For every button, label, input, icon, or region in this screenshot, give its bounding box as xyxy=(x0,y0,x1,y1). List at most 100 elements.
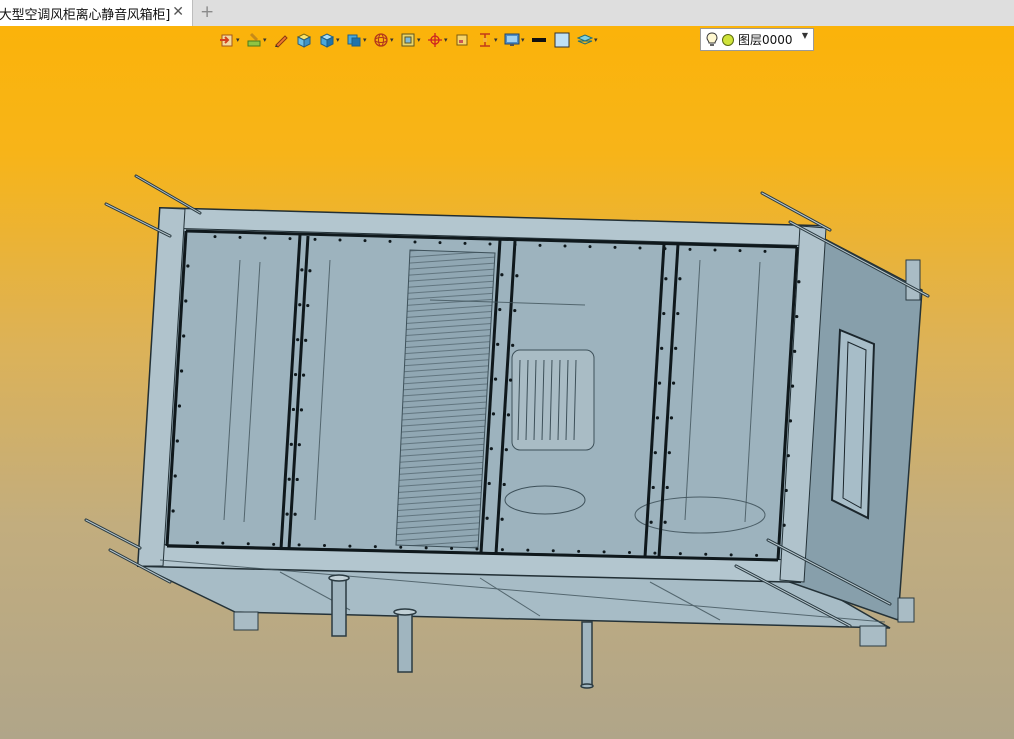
sphere-button[interactable]: ▾ xyxy=(373,29,397,51)
rivet xyxy=(513,308,517,313)
rivet xyxy=(263,236,267,240)
rivet xyxy=(493,377,498,381)
chevron-down-icon[interactable]: ▾ xyxy=(444,36,451,44)
chevron-down-icon[interactable]: ▼ xyxy=(802,31,808,40)
rivet xyxy=(295,477,299,482)
fill-color-button[interactable] xyxy=(554,29,570,51)
rivet xyxy=(504,448,508,452)
rivet xyxy=(660,346,664,350)
chevron-down-icon[interactable]: ▾ xyxy=(494,36,501,44)
air-handler-model[interactable] xyxy=(0,0,1014,739)
rivet xyxy=(665,485,669,490)
rivet xyxy=(246,542,250,546)
lightbulb-icon[interactable] xyxy=(705,31,719,48)
chevron-down-icon[interactable]: ▾ xyxy=(417,36,424,44)
rivet xyxy=(649,520,653,524)
rivet xyxy=(784,488,788,493)
rivet xyxy=(291,407,296,412)
rivet xyxy=(513,243,517,247)
rivet xyxy=(308,269,312,273)
sphere-icon xyxy=(374,33,388,47)
chevron-down-icon[interactable]: ▾ xyxy=(263,36,270,44)
rivet xyxy=(488,242,492,246)
rivet xyxy=(678,552,682,556)
rivet xyxy=(297,543,301,547)
rivet xyxy=(678,277,682,281)
rivet xyxy=(413,240,417,244)
rivet xyxy=(688,247,692,251)
rivet xyxy=(508,378,513,382)
frame-button[interactable]: ▾ xyxy=(400,29,424,51)
rivet xyxy=(348,544,352,548)
rivet xyxy=(602,550,606,554)
rivet xyxy=(272,542,276,546)
layer-selector[interactable]: 图层0000 ▼ xyxy=(700,28,814,51)
rivet xyxy=(289,442,293,446)
rivet xyxy=(797,280,801,284)
monitor-button[interactable]: ▾ xyxy=(504,29,528,51)
cube-view-button[interactable]: ▾ xyxy=(346,29,370,51)
rivet xyxy=(182,334,186,338)
paint-button[interactable]: ▾ xyxy=(246,29,270,51)
layer-name: 图层0000 xyxy=(738,33,793,47)
frame-icon xyxy=(401,33,415,47)
rivet xyxy=(306,303,310,308)
rivet xyxy=(285,512,289,516)
rivet xyxy=(388,239,392,243)
rivet xyxy=(788,419,793,423)
layers-icon xyxy=(577,34,593,45)
chevron-down-icon[interactable]: ▾ xyxy=(390,36,397,44)
rivet xyxy=(667,451,671,455)
box-material-button[interactable] xyxy=(296,29,312,51)
rivet xyxy=(491,412,496,416)
chevron-down-icon[interactable]: ▾ xyxy=(363,36,370,44)
rivet xyxy=(655,416,660,420)
rivet xyxy=(304,338,308,342)
rivet xyxy=(763,249,767,253)
paint-icon xyxy=(247,32,261,47)
model-body xyxy=(84,174,930,689)
rivet xyxy=(793,349,797,353)
rivet xyxy=(663,520,667,524)
chevron-down-icon[interactable]: ▾ xyxy=(594,36,601,44)
rivet xyxy=(463,241,467,245)
pencil-button[interactable] xyxy=(273,29,289,51)
cube-icon xyxy=(319,33,335,48)
box-material-icon xyxy=(296,33,312,48)
layer-color-icon[interactable] xyxy=(721,33,735,47)
rivet xyxy=(177,404,182,408)
rivet xyxy=(713,248,717,252)
rivet xyxy=(500,517,504,521)
rivet xyxy=(173,474,177,478)
rivet xyxy=(298,303,302,307)
rivet xyxy=(213,235,217,239)
rivet xyxy=(790,384,795,388)
rivet xyxy=(671,381,676,385)
target-button[interactable]: ▾ xyxy=(427,29,451,51)
rivet xyxy=(653,451,657,455)
import-button[interactable]: ▾ xyxy=(219,29,243,51)
rivet xyxy=(500,273,504,277)
dimension-button[interactable]: ▾ xyxy=(477,29,501,51)
rivet xyxy=(238,235,242,239)
chevron-down-icon[interactable]: ▾ xyxy=(521,36,528,44)
rivet xyxy=(502,482,506,487)
rivet xyxy=(487,481,491,486)
rivet xyxy=(288,237,292,241)
rivet xyxy=(588,245,592,249)
small-square-button[interactable] xyxy=(454,29,470,51)
import-icon xyxy=(220,34,233,47)
line-style-icon xyxy=(532,38,546,42)
cube-button[interactable]: ▾ xyxy=(319,29,343,51)
rivet xyxy=(663,247,667,251)
rivet xyxy=(676,311,680,316)
fill-color-icon xyxy=(554,32,570,48)
chevron-down-icon[interactable]: ▾ xyxy=(336,36,343,44)
rivet xyxy=(171,509,175,513)
rivet xyxy=(179,369,184,373)
layers-button[interactable]: ▾ xyxy=(577,29,601,51)
rivet xyxy=(511,343,515,347)
chevron-down-icon[interactable]: ▾ xyxy=(236,36,243,44)
rivet xyxy=(450,546,454,550)
line-style-button[interactable] xyxy=(531,29,547,51)
